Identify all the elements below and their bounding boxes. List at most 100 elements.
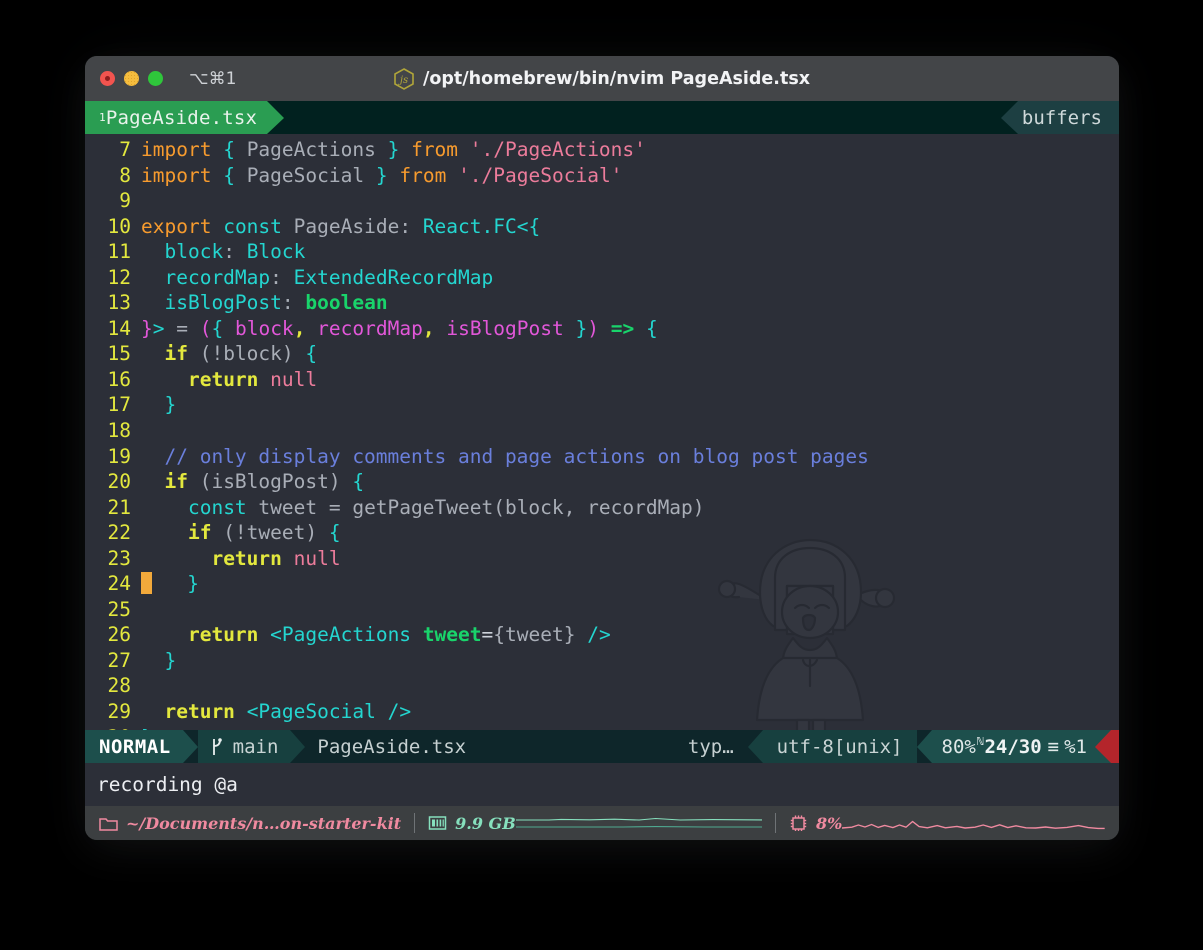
window-title: /opt/homebrew/bin/nvim PageAside.tsx [422,68,811,89]
cpu-widget: 8% [789,814,842,833]
editor-area[interactable]: 7 import { PageActions } from './PageActi… [85,134,1119,730]
line-number: 9 [119,189,131,213]
line-content: return <PageSocial /> [131,699,411,725]
window-shortcut-label: ⌥⌘1 [189,68,237,89]
code-token: { [305,342,318,366]
code-token: } [187,572,199,596]
code-token: { [328,521,341,545]
line-number: 20 [107,470,131,494]
code-token: (isBlogPost) [187,470,341,494]
code-token: <PageActions [270,623,412,647]
line-content: } [131,571,199,597]
memory-value: 9.9 GB [455,813,516,833]
tmux-status-bar: ~/Documents/n…on-starter-kit 9.9 GB 8% [85,806,1119,840]
code-line: 27 } [85,648,1119,674]
line-number: 13 [107,291,131,315]
statusline: NORMAL main PageAside.tsx typ… utf-8[uni… [85,730,1119,763]
line-number: 28 [107,674,131,698]
code-token: const [187,495,247,519]
code-token: <PageSocial [246,700,376,724]
code-line: 11 block: Block [85,239,1119,265]
code-line: 15 if (!block) { [85,341,1119,367]
code-token: './PageActions' [469,138,646,161]
line-content: if (isBlogPost) { [131,469,364,495]
code-lines: 7 import { PageActions } from './PageActi… [85,137,1119,730]
code-token: if [187,521,212,545]
code-line: 29 return <PageSocial /> [85,699,1119,725]
tab-pageaside-tsx[interactable]: 1 PageAside.tsx [85,101,268,134]
code-token: , [293,316,306,340]
code-line: 8 import { PageSocial } from './PageSocia… [85,163,1119,189]
code-token: isBlogPost [434,316,576,340]
code-token: (!block) [187,342,294,366]
code-token: null [270,367,318,391]
buffers-label-group[interactable]: buffers [1017,101,1119,134]
status-sep-3 [747,730,763,763]
code-line: 18 [85,418,1119,444]
code-token: block [141,240,224,264]
line-number: 26 [107,623,131,647]
code-token: = [164,316,200,340]
code-token: if [164,470,188,494]
status-spacer [478,730,682,763]
command-line-message: recording @a [97,773,238,796]
line-number: 19 [107,444,131,468]
line-number: 25 [107,597,131,621]
cpu-sparkline [842,812,1105,834]
minimize-button[interactable] [124,71,139,86]
maximize-button[interactable] [148,71,163,86]
code-token: { [528,214,541,238]
command-line[interactable]: recording @a [85,763,1119,806]
status-percent: 80% [941,735,976,758]
line-content: isBlogPost: boolean [131,290,388,316]
code-token: } [575,316,588,340]
code-line: 24 } [85,571,1119,597]
terminal-window: ⌥⌘1 js /opt/homebrew/bin/nvim PageAside.… [85,56,1119,840]
status-sep-4 [916,730,932,763]
code-line: 30} [85,725,1119,730]
line-number: 21 [107,495,131,519]
code-token: : [270,265,282,289]
code-token: { [352,470,365,494]
status-sep-1 [182,730,198,763]
session-path[interactable]: ~/Documents/n…on-starter-kit [99,814,401,833]
line-content: const tweet = getPageTweet(block, record… [131,495,705,521]
status-filename-label: PageAside.tsx [317,735,467,758]
line-number: 17 [107,393,131,417]
line-number: 15 [107,342,131,366]
code-token: block [223,316,294,340]
line-content: if (!block) { [131,341,317,367]
line-number: 24 [107,572,131,596]
line-content: }> = ({ block, recordMap, isBlogPost }) … [131,316,658,342]
line-number: 10 [107,214,131,238]
status-branch[interactable]: main [197,730,291,763]
line-number: 14 [107,316,131,340]
code-line: 20 if (isBlogPost) { [85,469,1119,495]
code-token: { [645,316,658,340]
code-token: boolean [305,291,388,315]
code-line: 21 const tweet = getPageTweet(block, rec… [85,495,1119,521]
git-branch-icon [212,737,222,755]
status-red-chevron [1095,730,1111,763]
tab-label: PageAside.tsx [105,106,258,129]
code-token: ExtendedRecordMap [293,265,494,289]
screen: ⌥⌘1 js /opt/homebrew/bin/nvim PageAside.… [0,0,1203,950]
status-filetype: typ… [681,730,748,763]
code-token: } [375,163,388,187]
status-filetype-label: typ… [687,735,734,758]
close-button[interactable] [100,71,115,86]
status-position-label: 24/30 [984,735,1042,758]
